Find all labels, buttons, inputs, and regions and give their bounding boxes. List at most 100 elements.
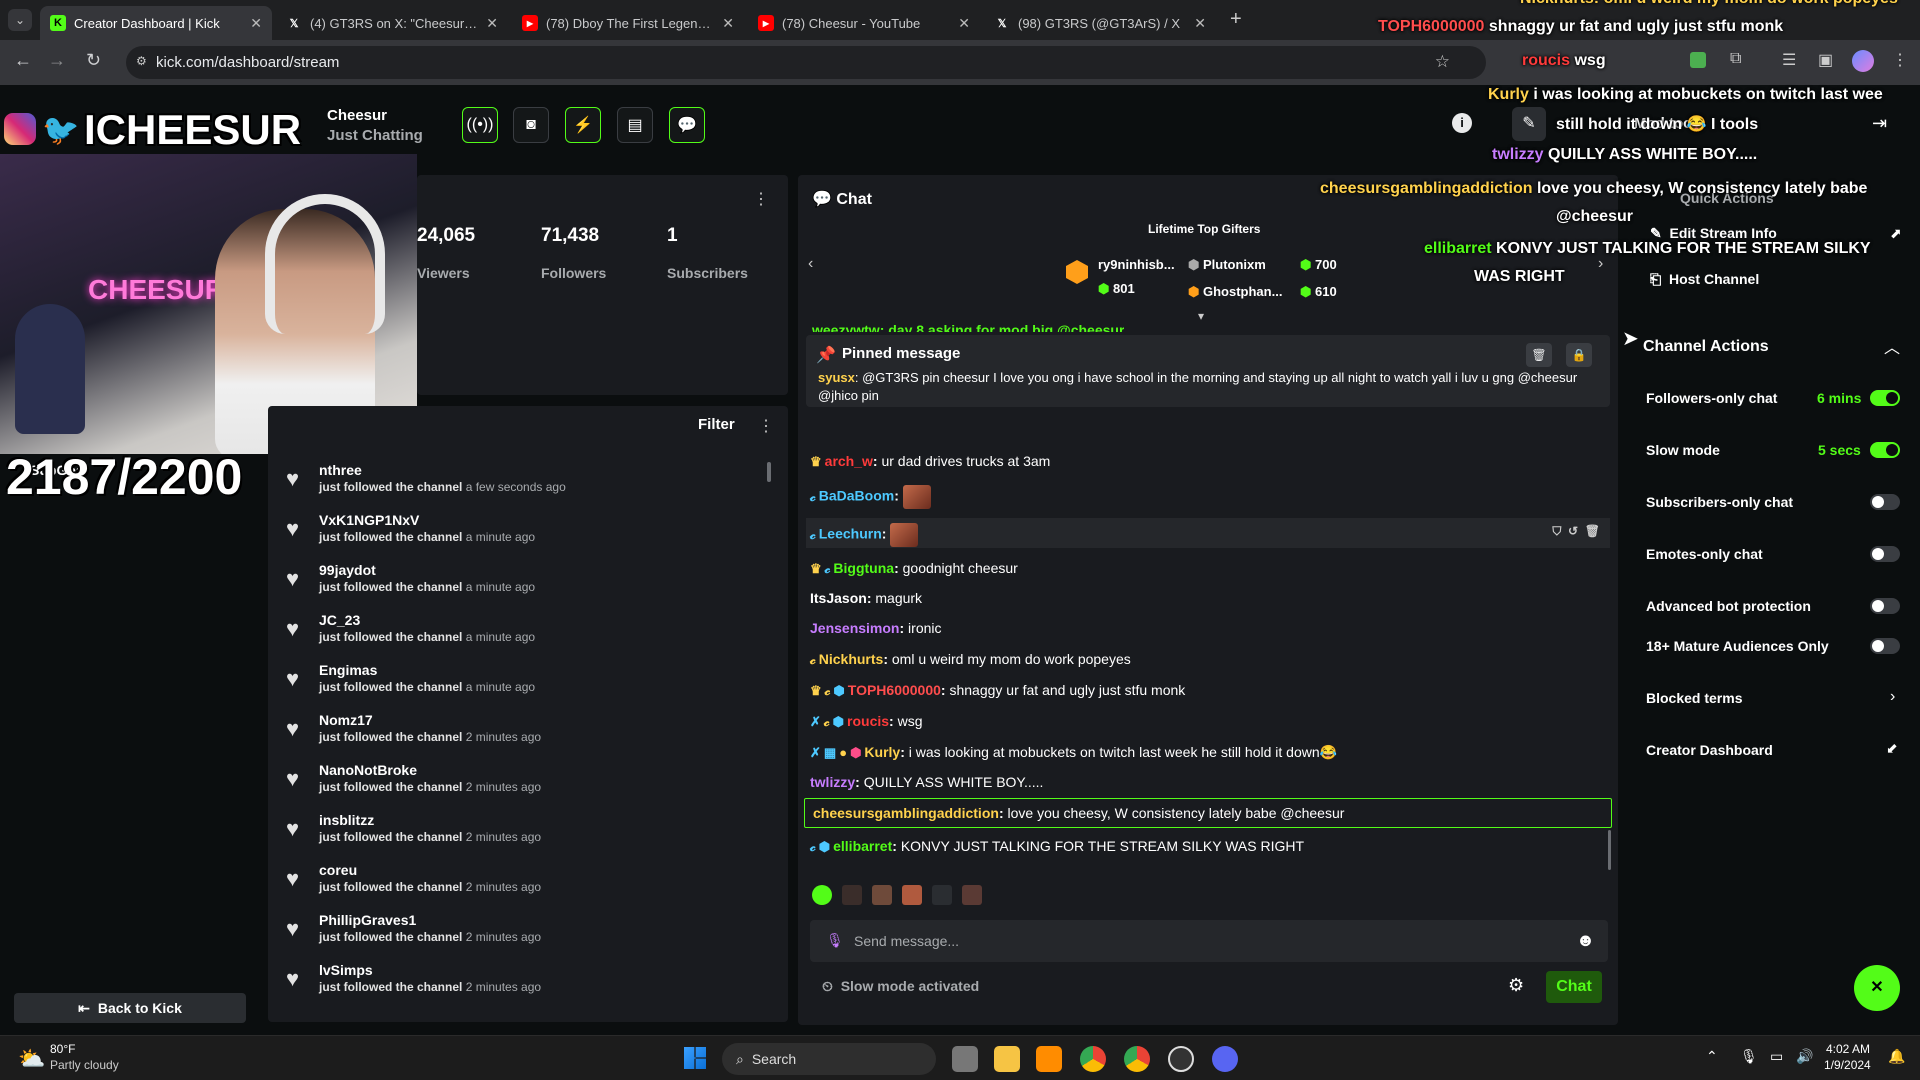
activity-menu-icon[interactable]: ⋮ <box>758 416 774 436</box>
chat-header: 💬 Chat <box>812 189 872 209</box>
notification-bell-icon[interactable]: 🔔 <box>1888 1048 1905 1065</box>
microphone-icon[interactable]: 🎙 <box>826 932 844 949</box>
puzzle-icon[interactable]: ⧉ <box>1730 50 1741 68</box>
undo-icon[interactable]: ↺ <box>1568 524 1578 538</box>
emote-icon[interactable] <box>902 885 922 905</box>
chevron-right-icon[interactable]: › <box>1890 688 1895 706</box>
pinned-user[interactable]: syusx <box>818 370 855 385</box>
send-chat-button[interactable]: Chat <box>1546 971 1602 1003</box>
screenshot-button[interactable]: ◙ <box>513 107 549 143</box>
heart-icon: ♥ <box>286 466 300 491</box>
discord-icon[interactable] <box>1212 1046 1238 1072</box>
unpin-trash-button[interactable]: 🗑 <box>1526 343 1552 367</box>
forward-arrow-icon[interactable]: → <box>48 50 66 71</box>
external-link-icon[interactable]: ⬈ <box>1890 225 1902 242</box>
channel-category[interactable]: Just Chatting <box>327 127 423 144</box>
gifter-3[interactable]: ⬢ Ghostphan... <box>1188 284 1282 300</box>
address-bar[interactable]: ⚙ kick.com/dashboard/stream ☆ <box>126 46 1486 79</box>
heart-icon: ♥ <box>286 766 300 791</box>
back-to-kick-button[interactable]: ⇤ Back to Kick <box>14 993 246 1023</box>
browser-menu-icon[interactable]: ⋮ <box>1892 50 1908 70</box>
obs-icon[interactable] <box>1168 1046 1194 1072</box>
task-view-icon[interactable] <box>952 1046 978 1072</box>
tab-gt3rs-clip[interactable]: 𝕏 (4) GT3RS on X: "Cheesur x Clip ✕ <box>276 6 508 40</box>
followers-only-toggle[interactable] <box>1870 390 1900 406</box>
chat-popout-button[interactable]: 💬 <box>669 107 705 143</box>
emote-icon[interactable] <box>872 885 892 905</box>
gifter-2[interactable]: ⬢ Plutonixm <box>1188 257 1266 273</box>
reload-icon[interactable]: ↻ <box>86 50 101 71</box>
bot-protection-toggle[interactable] <box>1870 598 1900 614</box>
gifters-expand-icon[interactable]: ▾ <box>1198 309 1204 323</box>
info-icon[interactable]: i <box>1452 113 1472 133</box>
profile-avatar[interactable] <box>1852 50 1874 72</box>
overlay-chat-line: TOPH6000000 shnaggy ur fat and ugly just… <box>1378 18 1784 35</box>
tab-dboy-youtube[interactable]: ▶ (78) Dboy The First Legend Cha ✕ <box>512 6 744 40</box>
tab-search-button[interactable]: ⌄ <box>8 9 32 31</box>
shield-icon[interactable]: ⛉ <box>1552 524 1561 538</box>
close-tab-icon[interactable]: ✕ <box>958 15 970 32</box>
chat-input-box[interactable]: 🎙 Send message... ☻ <box>810 920 1608 962</box>
stream-stats-panel: ⋮ 24,065 Viewers 71,438 Followers 1 Subs… <box>417 175 788 395</box>
tray-chevron-icon[interactable]: ⌃ <box>1706 1048 1718 1065</box>
emote-icon[interactable] <box>842 885 862 905</box>
volume-icon[interactable]: 🔊 <box>1796 1048 1813 1065</box>
gifter-1[interactable]: ry9ninhisb... <box>1098 257 1175 272</box>
stats-menu-icon[interactable]: ⋮ <box>753 189 769 209</box>
close-tab-icon[interactable]: ✕ <box>250 15 262 32</box>
media-icon[interactable]: ☰ <box>1782 50 1796 70</box>
side-panel-icon[interactable]: ▣ <box>1818 50 1833 70</box>
pin-lock-button[interactable]: 🔒 <box>1566 343 1592 367</box>
edit-button[interactable]: ✎ <box>1512 107 1546 141</box>
emotes-only-toggle[interactable] <box>1870 546 1900 562</box>
emote-icon[interactable] <box>932 885 952 905</box>
start-button[interactable] <box>684 1047 706 1069</box>
close-tab-icon[interactable]: ✕ <box>1194 15 1206 32</box>
microphone-tray-icon[interactable]: 🎙 <box>1740 1048 1758 1065</box>
gifters-prev-arrow[interactable]: ‹ <box>808 255 813 273</box>
quick-action-button[interactable]: ⚡ <box>565 107 601 143</box>
app-icon[interactable] <box>1036 1046 1062 1072</box>
bookmark-star-icon[interactable]: ☆ <box>1435 52 1450 72</box>
tab-cheesur-youtube[interactable]: ▶ (78) Cheesur - YouTube ✕ <box>748 6 980 40</box>
clock-time[interactable]: 4:02 AM <box>1826 1042 1870 1056</box>
new-tab-icon[interactable]: + <box>1230 8 1242 31</box>
weather-icon[interactable]: ⛅ <box>18 1046 45 1072</box>
clock-date[interactable]: 1/9/2024 <box>1824 1058 1871 1072</box>
notes-button[interactable]: ▤ <box>617 107 653 143</box>
site-info-icon[interactable]: ⚙ <box>136 54 147 68</box>
emote-icon[interactable] <box>962 885 982 905</box>
chat-settings-icon[interactable]: ⚙ <box>1508 975 1524 996</box>
channel-actions-header[interactable]: Channel Actions <box>1643 338 1769 356</box>
back-arrow-icon[interactable]: ← <box>14 50 32 71</box>
emoji-picker-icon[interactable]: ☻ <box>1576 930 1595 951</box>
close-tab-icon[interactable]: ✕ <box>722 15 734 32</box>
trash-icon[interactable]: 🗑 <box>1585 524 1600 538</box>
chevron-up-icon[interactable]: ︿ <box>1884 334 1900 358</box>
chrome-active-icon[interactable] <box>1124 1046 1150 1072</box>
network-icon[interactable]: ▭ <box>1770 1048 1783 1065</box>
chat-scrollbar[interactable] <box>1608 830 1611 870</box>
slow-mode-toggle[interactable] <box>1870 442 1900 458</box>
taskbar-search-box[interactable]: ⌕ Search <box>722 1043 936 1075</box>
blocked-terms-button[interactable]: Blocked terms <box>1646 690 1742 706</box>
host-channel-button[interactable]: ⎗ Host Channel <box>1650 271 1759 288</box>
tab-creator-dashboard[interactable]: K Creator Dashboard | Kick ✕ <box>40 6 272 40</box>
chrome-icon[interactable] <box>1080 1046 1106 1072</box>
arrow-down-left-icon[interactable]: ⬋ <box>1886 740 1898 757</box>
broadcast-button[interactable]: ((•)) <box>462 107 498 143</box>
floating-action-button[interactable]: ✕ <box>1854 965 1900 1011</box>
tab-gt3rs-x[interactable]: 𝕏 (98) GT3RS (@GT3ArS) / X ✕ <box>984 6 1216 40</box>
file-explorer-icon[interactable] <box>994 1046 1020 1072</box>
extensions-icon[interactable] <box>1690 52 1706 68</box>
filter-button[interactable]: Filter <box>698 416 735 433</box>
collapse-panel-icon[interactable]: ⇥ <box>1872 113 1887 134</box>
close-tab-icon[interactable]: ✕ <box>486 15 498 32</box>
overlay-chat-line: cheesursgamblingaddiction love you chees… <box>1320 180 1868 197</box>
back-to-kick-label: Back to Kick <box>97 1000 182 1016</box>
overlay-chat-line: twlizzy QUILLY ASS WHITE BOY..... <box>1492 146 1758 163</box>
subscribers-only-toggle[interactable] <box>1870 494 1900 510</box>
mature-audiences-toggle[interactable] <box>1870 638 1900 654</box>
emote-icon[interactable] <box>812 885 832 905</box>
creator-dashboard-button[interactable]: Creator Dashboard <box>1646 742 1773 758</box>
